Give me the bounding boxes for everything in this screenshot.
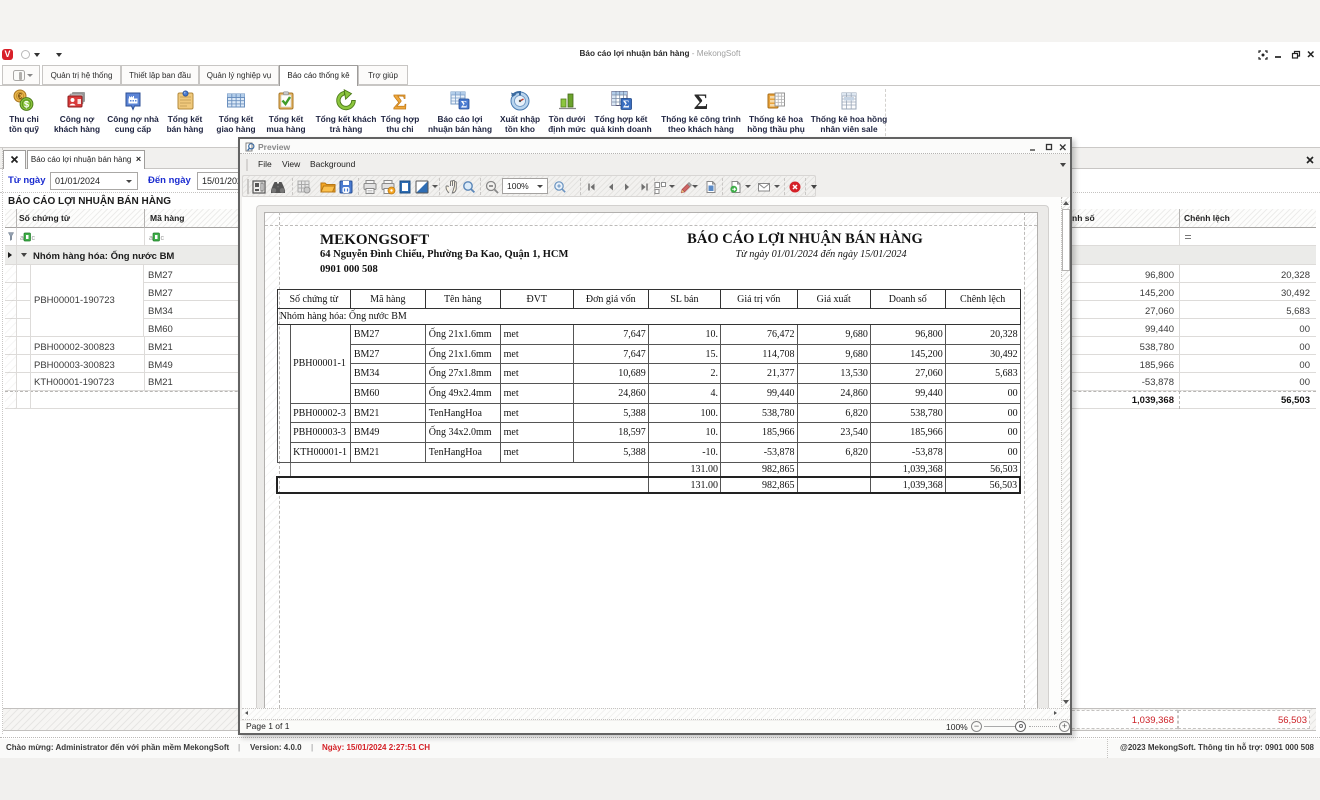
svg-text:Σ: Σ: [461, 101, 467, 111]
svg-text:Σ: Σ: [694, 89, 708, 113]
svg-text:c: c: [32, 235, 36, 242]
svg-text:Σ: Σ: [623, 100, 630, 111]
svg-text:c: c: [161, 235, 165, 242]
svg-text:Σ: Σ: [393, 90, 407, 113]
svg-text:a: a: [20, 235, 24, 242]
svg-text:$: $: [24, 100, 29, 110]
svg-text:a: a: [149, 235, 153, 242]
